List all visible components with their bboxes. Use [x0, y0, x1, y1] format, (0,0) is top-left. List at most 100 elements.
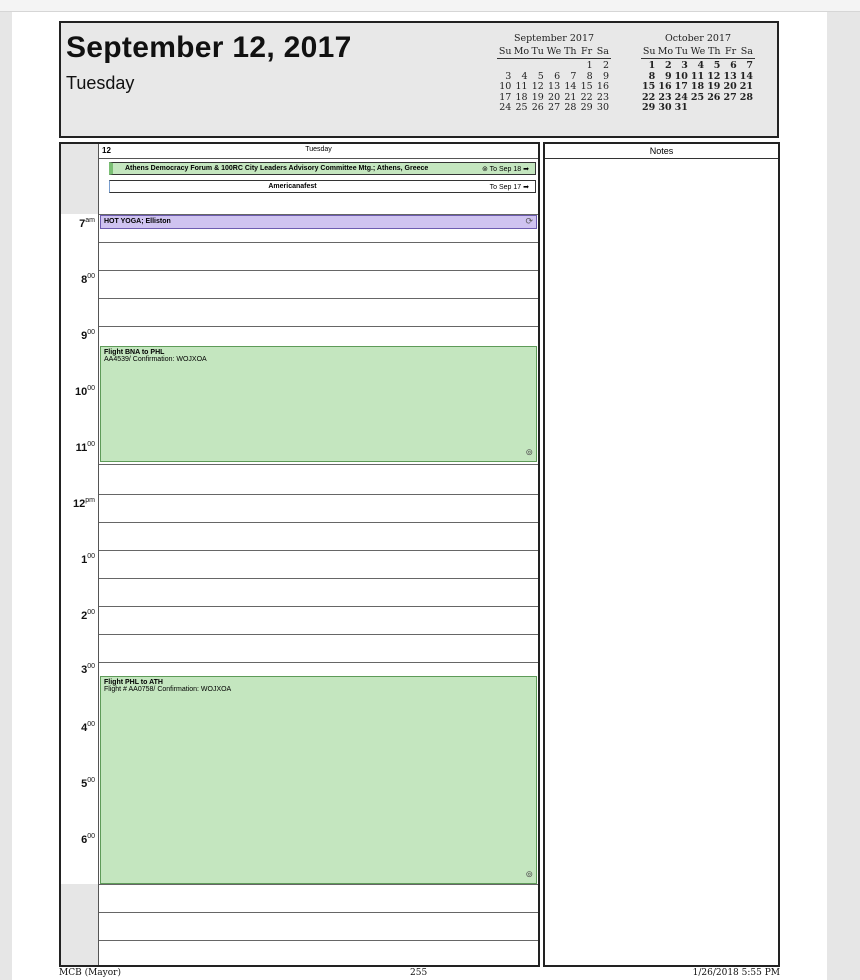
mini-calendar-day[interactable]: 27	[722, 92, 738, 104]
paperclip-icon: ⊚	[525, 869, 533, 879]
mini-calendar-day	[497, 61, 513, 72]
mini-calendar-day[interactable]: 16	[657, 81, 673, 93]
time-slot[interactable]	[99, 550, 538, 551]
arrow-right-icon: ➡	[523, 166, 529, 173]
day-name: Tuesday	[305, 146, 332, 153]
mini-calendar-day[interactable]: 29	[578, 102, 594, 114]
dow-label: We	[546, 46, 562, 57]
time-slot[interactable]	[99, 606, 538, 607]
footer-page-number: 255	[410, 968, 428, 978]
mini-calendar-day[interactable]: 25	[513, 102, 529, 114]
dow-label: Sa	[596, 46, 609, 57]
mini-calendar-day	[530, 61, 546, 72]
mini-calendar-day[interactable]: 31	[674, 102, 690, 114]
hour-label-8: 800	[81, 273, 95, 286]
hour-label-6: 600	[81, 833, 95, 846]
dow-label: Su	[498, 46, 512, 57]
time-slot[interactable]	[99, 494, 538, 495]
time-slot[interactable]	[99, 298, 538, 299]
appointment-title: Flight PHL to ATH	[104, 679, 163, 686]
mini-calendar-day[interactable]: 29	[641, 102, 657, 114]
dow-label: Th	[564, 46, 577, 57]
hour-label-4: 400	[81, 721, 95, 734]
mini-calendar-day[interactable]: 30	[657, 102, 673, 114]
mini-calendar-day[interactable]: 18	[690, 81, 706, 93]
dow-label: Mo	[513, 46, 530, 57]
appointment-hot-yoga[interactable]: HOT YOGA; Elliston ⟳	[100, 215, 537, 229]
mini-calendar-day	[546, 61, 562, 72]
time-slot[interactable]	[99, 270, 538, 271]
time-slot[interactable]	[99, 912, 538, 913]
time-slot[interactable]	[99, 242, 538, 243]
mini-calendar-dow: Su Mo Tu We Th Fr Sa	[497, 46, 611, 59]
allday-event-title: Athens Democracy Forum & 100RC City Lead…	[125, 165, 429, 172]
mini-calendar-days: 1 2 3 4 5 6 7 8 9 10 11 12 13 14 15 16 17 18 19 20 21 22 23 24 2…	[497, 60, 611, 114]
mini-calendar-day[interactable]: 28	[562, 102, 578, 114]
mini-calendar-day[interactable]: 27	[546, 102, 562, 114]
mini-calendar-day[interactable]: 30	[595, 102, 611, 114]
mini-calendar-day[interactable]: 4	[690, 60, 706, 72]
dow-label: Fr	[724, 46, 737, 57]
mini-calendar-day[interactable]: 10	[497, 81, 513, 93]
mini-calendar-day[interactable]: 16	[595, 81, 611, 93]
mini-calendar-day[interactable]: 26	[706, 92, 722, 104]
mini-calendar-day[interactable]: 19	[706, 81, 722, 93]
continues-label: To Sep 17 ➡	[489, 184, 529, 191]
evening-shade	[61, 884, 98, 965]
dow-label: Th	[708, 46, 721, 57]
time-slot[interactable]	[99, 634, 538, 635]
appointment-detail: AA4539/ Confirmation: WOJXOA	[104, 356, 207, 363]
mini-calendar-day[interactable]: 2	[595, 60, 611, 72]
mini-calendar-day[interactable]: 3	[674, 60, 690, 72]
appointment-flight-bna-phl[interactable]: Flight BNA to PHL AA4539/ Confirmation: …	[100, 346, 537, 462]
continues-label: ⊚ To Sep 18 ➡	[481, 166, 529, 173]
appointment-detail: Flight # AA0758/ Confirmation: WOJXOA	[104, 686, 232, 693]
mini-calendar-day[interactable]: 13	[546, 81, 562, 93]
allday-event[interactable]: Athens Democracy Forum & 100RC City Lead…	[109, 162, 536, 175]
mini-calendar-day[interactable]: 15	[578, 81, 594, 93]
allday-event[interactable]: Americanafest To Sep 17 ➡	[109, 180, 536, 193]
mini-calendar-day[interactable]: 28	[739, 92, 755, 104]
mini-calendar-day[interactable]: 20	[722, 81, 738, 93]
footer-printed-timestamp: 1/26/2018 5:55 PM	[692, 968, 780, 978]
time-slot[interactable]	[99, 662, 538, 663]
time-slot[interactable]	[99, 522, 538, 523]
mini-calendar-day[interactable]: 6	[722, 60, 738, 72]
dow-label: Mo	[657, 46, 674, 57]
mini-calendar-dow: Su Mo Tu We Th Fr Sa	[641, 46, 755, 59]
time-slot[interactable]	[99, 464, 538, 465]
dow-label: Sa	[740, 46, 753, 57]
mini-calendar-day[interactable]: 21	[739, 81, 755, 93]
mini-calendar-day[interactable]: 1	[641, 60, 657, 72]
mini-calendar-day[interactable]: 5	[706, 60, 722, 72]
weekday-label: Tuesday	[66, 73, 135, 93]
mini-calendar-day[interactable]: 12	[530, 81, 546, 93]
date-title: September 12, 2017	[66, 31, 352, 64]
mini-calendar-day[interactable]: 7	[739, 60, 755, 72]
notes-panel[interactable]: Notes	[543, 142, 780, 967]
dow-label: Tu	[531, 46, 544, 57]
hour-label-1: 100	[81, 553, 95, 566]
mini-calendar-day[interactable]: 15	[641, 81, 657, 93]
appointment-flight-phl-ath[interactable]: Flight PHL to ATH Flight # AA0758/ Confi…	[100, 676, 537, 884]
page-header: September 12, 2017 Tuesday September 201…	[59, 21, 779, 138]
mini-calendar-day[interactable]: 11	[513, 81, 529, 93]
mini-calendar-day[interactable]: 2	[657, 60, 673, 72]
mini-calendar-day[interactable]: 14	[562, 81, 578, 93]
time-slot[interactable]	[99, 884, 538, 885]
mini-calendar-day[interactable]: 26	[530, 102, 546, 114]
mini-calendar-days: 1 2 3 4 5 6 7 8 9 10 11 12 13 14 15 16 17 18 19 20 21 22 23 24 2…	[641, 60, 755, 114]
dow-label: Su	[642, 46, 656, 57]
mini-calendar-day[interactable]: 24	[497, 102, 513, 114]
day-column-header: 12 Tuesday	[99, 144, 538, 159]
time-slot[interactable]	[99, 326, 538, 327]
mini-calendar-day[interactable]: 1	[578, 60, 594, 72]
time-slot[interactable]	[99, 578, 538, 579]
hour-label-5: 500	[81, 777, 95, 790]
allday-shade	[61, 144, 98, 214]
mini-calendar-day[interactable]: 25	[690, 92, 706, 104]
time-slot[interactable]	[99, 940, 538, 941]
allday-event-title: Americanafest	[268, 183, 317, 190]
hour-label-12: 12pm	[73, 497, 95, 510]
mini-calendar-day[interactable]: 17	[674, 81, 690, 93]
